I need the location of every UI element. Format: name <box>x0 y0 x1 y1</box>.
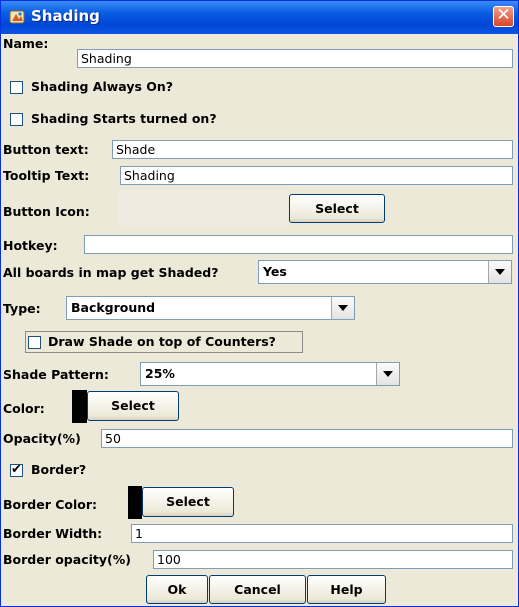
always-on-checkbox[interactable] <box>10 81 23 94</box>
chevron-down-icon[interactable] <box>331 297 354 319</box>
type-label: Type: <box>3 301 41 316</box>
button-icon-label: Button Icon: <box>3 204 90 219</box>
border-color-label: Border Color: <box>3 497 98 512</box>
all-boards-value: Yes <box>263 264 287 279</box>
button-text-field[interactable]: Shade <box>112 140 513 159</box>
opacity-label: Opacity(%) <box>3 431 81 446</box>
button-text-label: Button text: <box>3 142 89 157</box>
checkmark-icon: ✔ <box>11 462 22 477</box>
window-title: Shading <box>31 7 100 25</box>
starts-on-checkbox[interactable] <box>10 113 23 126</box>
ok-button[interactable]: Ok <box>146 575 208 604</box>
draw-on-top-checkbox[interactable] <box>28 336 41 349</box>
close-button[interactable]: ✕ <box>493 5 514 27</box>
name-label: Name: <box>3 36 49 51</box>
border-width-field[interactable]: 1 <box>131 524 513 543</box>
shade-pattern-value: 25% <box>145 366 175 381</box>
shade-pattern-dropdown[interactable]: 25% <box>140 362 400 386</box>
chevron-down-icon[interactable] <box>488 261 511 283</box>
color-label: Color: <box>3 401 45 416</box>
app-icon <box>9 10 25 24</box>
starts-on-label: Shading Starts turned on? <box>31 111 217 126</box>
title-bar[interactable]: Shading ✕ <box>1 1 518 34</box>
chevron-down-icon[interactable] <box>376 363 399 385</box>
border-color-swatch <box>128 486 142 519</box>
close-icon: ✕ <box>496 5 511 25</box>
border-label: Border? <box>31 462 87 477</box>
help-button[interactable]: Help <box>307 575 386 604</box>
hotkey-field[interactable] <box>84 235 513 254</box>
border-color-select-button[interactable]: Select <box>142 487 234 517</box>
name-field[interactable]: Shading <box>77 49 513 68</box>
border-width-label: Border Width: <box>3 526 103 541</box>
border-checkbox[interactable]: ✔ <box>10 462 23 477</box>
icon-preview <box>118 189 288 227</box>
always-on-label: Shading Always On? <box>31 79 174 94</box>
all-boards-label: All boards in map get Shaded? <box>3 265 219 280</box>
border-opacity-field[interactable]: 100 <box>153 550 513 569</box>
tooltip-field[interactable]: Shading <box>120 166 513 185</box>
draw-on-top-label: Draw Shade on top of Counters? <box>48 334 276 349</box>
tooltip-label: Tooltip Text: <box>3 168 90 183</box>
shade-pattern-label: Shade Pattern: <box>3 367 109 382</box>
cancel-button[interactable]: Cancel <box>209 575 306 604</box>
all-boards-dropdown[interactable]: Yes <box>258 260 512 284</box>
color-swatch <box>72 390 87 423</box>
border-opacity-label: Border opacity(%) <box>3 552 131 567</box>
type-dropdown[interactable]: Background <box>66 296 355 320</box>
color-select-button[interactable]: Select <box>87 391 179 421</box>
type-value: Background <box>71 300 156 315</box>
dialog-body: Name: Shading Shading Always On? Shading… <box>1 34 518 606</box>
opacity-field[interactable]: 50 <box>101 429 513 448</box>
hotkey-label: Hotkey: <box>3 238 58 253</box>
shading-dialog: Shading ✕ Name: Shading Shading Always O… <box>0 0 519 607</box>
button-icon-select-button[interactable]: Select <box>289 194 385 223</box>
